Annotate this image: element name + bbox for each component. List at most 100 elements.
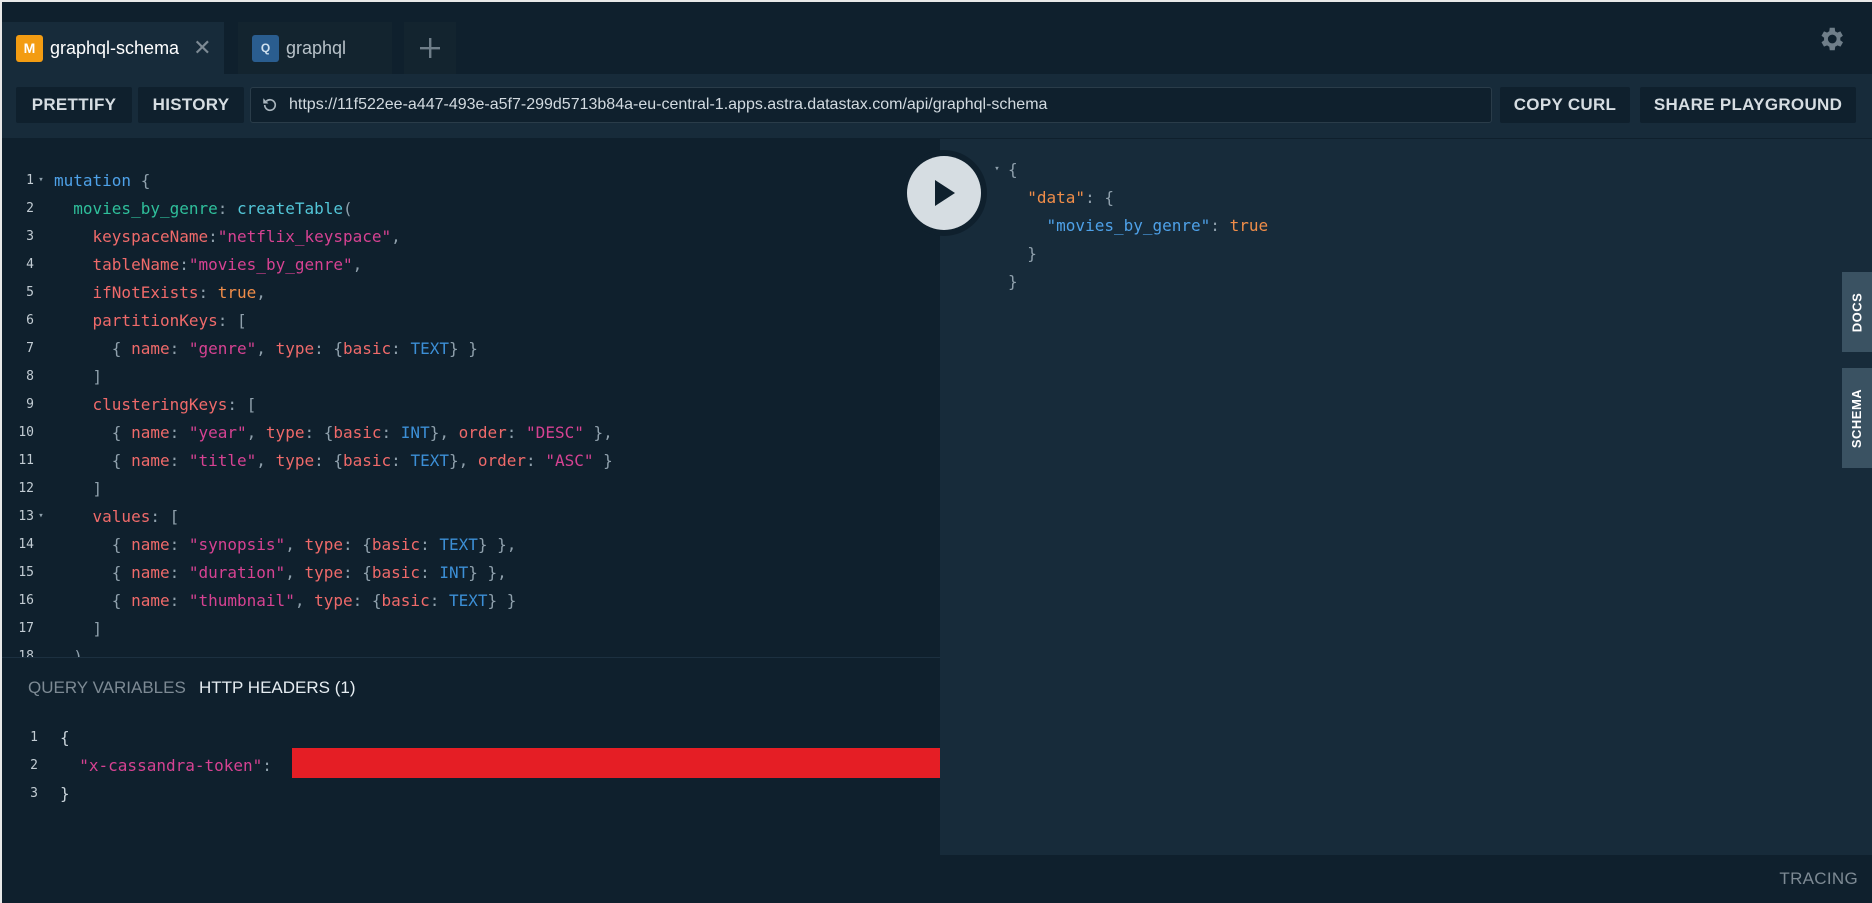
query-line: 5 ifNotExists: true, (2, 278, 266, 306)
code-token: tableName (54, 254, 180, 274)
code-token: "duration" (188, 562, 286, 582)
tab-query-variables[interactable]: QUERY VARIABLES (28, 678, 186, 698)
tracing-button[interactable]: TRACING (1779, 869, 1858, 889)
code-token: clusteringKeys (54, 394, 228, 414)
code-token: "DESC" (526, 422, 584, 442)
code-token: : (169, 338, 189, 358)
schema-tab-label: SCHEMA (1849, 388, 1865, 448)
tab-label: graphql-schema (50, 37, 180, 58)
code-token: : { (314, 338, 343, 358)
code-token: TEXT (439, 534, 478, 554)
line-number: 13 (18, 508, 34, 524)
code-token: "x-cassandra-token" (60, 755, 263, 775)
tab-http-headers[interactable]: HTTP HEADERS (1) (199, 678, 356, 698)
code-token: : (526, 450, 546, 470)
query-line: 17 ] (2, 614, 102, 642)
share-playground-button[interactable]: SHARE PLAYGROUND (1640, 87, 1856, 123)
code-token: "data" (1008, 187, 1086, 207)
header-line: 2 "x-cassandra-token": (6, 751, 282, 779)
code-token: , (256, 338, 276, 358)
fold-arrow-icon[interactable]: ▾ (34, 511, 48, 521)
tab-graphql-schema[interactable]: M graphql-schema ✕ (2, 22, 224, 74)
code-token: name (131, 590, 170, 610)
line-number: 12 (18, 480, 34, 496)
fold-arrow-icon[interactable]: ▾ (990, 164, 1004, 174)
toolbar: PRETTIFY HISTORY https://11f522ee-a447-4… (2, 74, 1872, 138)
schema-tab[interactable]: SCHEMA (1842, 368, 1872, 468)
code-token: basic (343, 450, 392, 470)
code-token: : { (342, 562, 372, 582)
close-icon[interactable]: ✕ (193, 37, 211, 59)
code-token: : (208, 226, 218, 246)
code-token: : (198, 282, 218, 302)
code-token: , (256, 450, 276, 470)
redacted-token (292, 748, 944, 778)
copy-curl-button[interactable]: COPY CURL (1500, 87, 1630, 123)
code-token: { (54, 338, 132, 358)
code-token: : (169, 422, 189, 442)
query-line: 16 { name: "thumbnail", type: {basic: TE… (2, 586, 516, 614)
add-tab-button[interactable] (404, 22, 456, 74)
code-token: basic (333, 422, 382, 442)
line-number: 4 (26, 256, 34, 272)
query-line: 12 ] (2, 474, 102, 502)
line-number: 1 (30, 729, 38, 745)
docs-tab-label: DOCS (1849, 292, 1865, 332)
result-line: "data": { (990, 183, 1114, 211)
history-button[interactable]: HISTORY (138, 87, 244, 123)
code-token: } (60, 783, 70, 803)
code-token: name (131, 450, 170, 470)
code-token: keyspaceName (54, 226, 209, 246)
code-token: "title" (188, 450, 257, 470)
result-line: ▾{ (990, 155, 1017, 183)
code-token: INT (400, 422, 430, 442)
query-line: 3 keyspaceName: "netflix_keyspace", (2, 222, 401, 250)
code-token: TEXT (410, 338, 449, 358)
code-token: , (246, 422, 266, 442)
result-line: "movies_by_genre": true (990, 211, 1269, 239)
line-number: 6 (26, 312, 34, 328)
code-token: order (458, 422, 507, 442)
execute-query-button[interactable] (901, 150, 987, 236)
code-token: } (1008, 271, 1018, 291)
code-token: : (506, 422, 527, 442)
docs-tab[interactable]: DOCS (1842, 272, 1872, 352)
line-number: 9 (26, 396, 34, 412)
line-number: 2 (30, 757, 38, 773)
endpoint-url-field[interactable]: https://11f522ee-a447-493e-a5f7-299d5713… (250, 87, 1492, 123)
code-token: : { (314, 450, 343, 470)
code-token: , (285, 534, 305, 554)
tab-bar: M graphql-schema ✕ Q graphql (2, 2, 1872, 74)
code-token: "netflix_keyspace" (217, 226, 392, 246)
header-line: 1{ (6, 723, 69, 751)
settings-button[interactable] (1816, 24, 1846, 54)
query-line: 4 tableName: "movies_by_genre", (2, 250, 362, 278)
tab-graphql[interactable]: Q graphql (238, 22, 392, 74)
code-token: : { (342, 534, 372, 554)
query-editor[interactable]: 1 ▾ mutation {2 movies_by_genre: createTab… (2, 139, 940, 657)
query-line: 2 movies_by_genre: createTable( (2, 194, 353, 222)
prettify-button[interactable]: PRETTIFY (16, 87, 132, 123)
code-token: { (54, 590, 132, 610)
code-token: ifNotExists (54, 282, 199, 302)
code-token: "thumbnail" (188, 590, 295, 610)
code-token: type (275, 450, 315, 470)
code-token: type (304, 534, 343, 554)
reload-icon[interactable] (261, 96, 279, 114)
bottom-bar: TRACING (2, 855, 1872, 903)
code-token: : (262, 755, 282, 775)
result-line: } (990, 239, 1037, 267)
code-token: , (391, 226, 401, 246)
code-token: ( (343, 198, 353, 218)
code-token: "year" (188, 422, 247, 442)
fold-arrow-icon[interactable]: ▾ (34, 175, 48, 185)
query-line: 15 { name: "duration", type: {basic: INT… (2, 558, 506, 586)
tab-badge-mutation: M (16, 34, 43, 62)
code-token: }, (429, 422, 459, 442)
code-token: } }, (477, 534, 517, 554)
code-token: INT (439, 562, 469, 582)
code-token: basic (371, 534, 421, 554)
code-token: : (169, 534, 189, 554)
code-token: } } (487, 590, 517, 610)
line-number: 11 (18, 452, 34, 468)
